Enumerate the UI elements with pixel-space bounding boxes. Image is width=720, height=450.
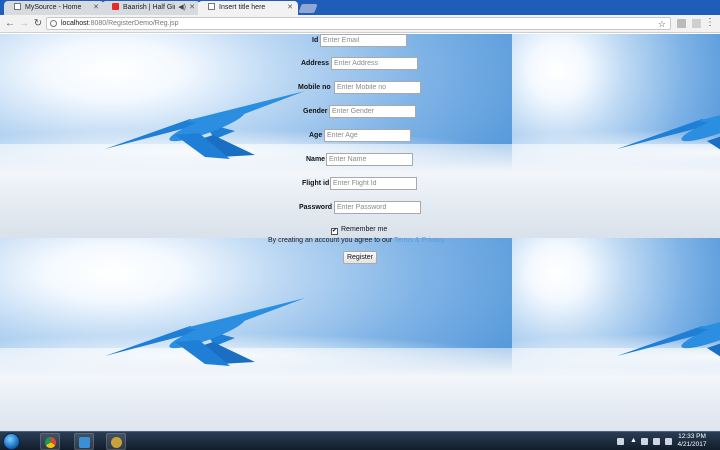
address-path: :8080/RegisterDemo/Reg.jsp: [88, 20, 179, 27]
age-label: Age: [309, 132, 323, 139]
tab-title: MySource - Home: [25, 4, 82, 11]
password-input[interactable]: [334, 201, 421, 214]
name-input[interactable]: [326, 153, 413, 166]
gender-input[interactable]: [329, 105, 416, 118]
new-tab-button[interactable]: [298, 4, 318, 13]
app-icon: [79, 437, 90, 448]
system-clock[interactable]: 12:33 PM 4/21/2017: [672, 433, 712, 449]
tab-title: Baarish | Half Girlfrien: [123, 4, 175, 11]
reload-icon[interactable]: ↻: [31, 17, 45, 31]
game-icon: [111, 437, 122, 448]
address-host: localhost: [61, 20, 89, 27]
game-taskbar-icon[interactable]: [106, 433, 126, 450]
flight-id-input[interactable]: [330, 177, 417, 190]
password-label: Password: [299, 204, 333, 211]
close-tab-icon[interactable]: ✕: [189, 1, 195, 15]
tab-youtube[interactable]: Baarish | Half Girlfrien ◀) ✕: [102, 1, 200, 15]
remember-checkbox[interactable]: ✔: [331, 228, 338, 235]
speaker-icon[interactable]: ◀): [178, 1, 186, 15]
volume-icon[interactable]: [665, 438, 672, 445]
chrome-taskbar-icon[interactable]: [40, 433, 60, 450]
address-bar[interactable]: localhost:8080/RegisterDemo/Reg.jsp ☆: [46, 17, 671, 30]
mobile-label: Mobile no: [298, 84, 331, 91]
remember-label: Remember me: [341, 226, 388, 233]
start-button[interactable]: [3, 433, 20, 450]
age-input[interactable]: [324, 129, 411, 142]
page-icon: [14, 3, 21, 10]
extension-icon[interactable]: [692, 19, 701, 28]
chrome-icon: [45, 437, 56, 448]
keyboard-icon[interactable]: [617, 438, 624, 445]
registration-form: Id Address Mobile no Gender Age Name Fli…: [0, 34, 720, 431]
network-icon[interactable]: [653, 438, 660, 445]
register-button[interactable]: Register: [343, 251, 377, 264]
name-label: Name: [306, 156, 326, 163]
gender-label: Gender: [303, 108, 328, 115]
windows-taskbar: ▲ 12:33 PM 4/21/2017: [0, 431, 720, 450]
address-input[interactable]: [331, 57, 418, 70]
terms-prefix: By creating an account you agree to our: [268, 237, 393, 244]
tab-mysource[interactable]: MySource - Home ✕: [4, 1, 104, 15]
id-input[interactable]: [320, 34, 407, 47]
id-label: Id: [312, 37, 319, 44]
page-icon: [208, 3, 215, 10]
flag-icon[interactable]: [641, 438, 648, 445]
terms-link[interactable]: Terms & Privacy: [394, 237, 445, 244]
forward-icon[interactable]: →: [17, 17, 31, 31]
extension-icon[interactable]: [677, 19, 686, 28]
app-taskbar-icon[interactable]: [74, 433, 94, 450]
terms-text: By creating an account you agree to our …: [268, 237, 445, 244]
close-tab-icon[interactable]: ✕: [93, 1, 99, 15]
remember-me[interactable]: ✔ Remember me: [331, 226, 387, 235]
clock-date: 4/21/2017: [677, 441, 707, 448]
close-tab-icon[interactable]: ✕: [287, 1, 293, 15]
bookmark-star-icon[interactable]: ☆: [658, 18, 666, 30]
youtube-icon: [112, 3, 119, 10]
browser-toolbar: ← → ↻ localhost:8080/RegisterDemo/Reg.js…: [0, 15, 720, 33]
menu-icon[interactable]: ⋮: [705, 17, 715, 29]
flight-id-label: Flight id: [302, 180, 330, 187]
clock-time: 12:33 PM: [678, 433, 706, 440]
tab-strip: MySource - Home ✕ Baarish | Half Girlfri…: [0, 0, 720, 15]
tab-insert-title[interactable]: Insert title here ✕: [198, 1, 298, 15]
tab-title: Insert title here: [219, 4, 266, 11]
page-viewport: Id Address Mobile no Gender Age Name Fli…: [0, 34, 720, 431]
info-icon[interactable]: [50, 20, 57, 27]
address-label: Address: [301, 60, 330, 67]
back-icon[interactable]: ←: [3, 17, 17, 31]
mobile-input[interactable]: [334, 81, 421, 94]
